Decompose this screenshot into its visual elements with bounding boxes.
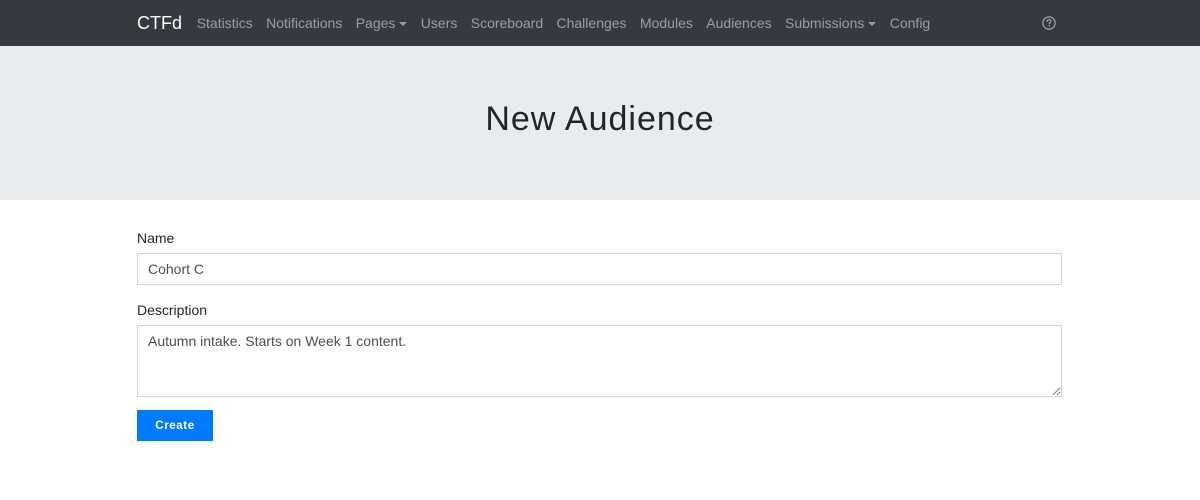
nav-link-label: Config [889, 15, 931, 31]
nav-link-label: Users [420, 15, 458, 31]
nav-link-notifications[interactable]: Notifications [259, 13, 349, 33]
name-input[interactable] [137, 253, 1062, 285]
nav-link-config[interactable]: Config [883, 13, 937, 33]
nav-link-label: Statistics [196, 15, 253, 31]
nav-link-label: Submissions [785, 15, 865, 31]
nav-link-scoreboard[interactable]: Scoreboard [464, 13, 550, 33]
brand-link[interactable]: CTFd [137, 12, 182, 34]
nav-link-audiences[interactable]: Audiences [700, 13, 779, 33]
nav-link-label: Scoreboard [470, 15, 544, 31]
nav-link-label: Challenges [556, 15, 627, 31]
nav-link-statistics[interactable]: Statistics [190, 13, 259, 33]
nav-link-label: Modules [639, 15, 693, 31]
nav-link-challenges[interactable]: Challenges [550, 13, 633, 33]
nav-dropdown-pages[interactable]: Pages [349, 13, 414, 33]
nav-link-users[interactable]: Users [414, 13, 464, 33]
description-textarea[interactable]: Autumn intake. Starts on Week 1 content. [137, 325, 1062, 397]
nav-link-modules[interactable]: Modules [633, 13, 699, 33]
page-header: New Audience [0, 46, 1200, 200]
top-navbar: CTFd Statistics Notifications Pages User… [0, 0, 1200, 46]
question-circle-icon[interactable] [1042, 16, 1056, 30]
name-label: Name [137, 230, 175, 246]
nav-links: Statistics Notifications Pages Users Sco… [190, 0, 937, 46]
nav-dropdown-submissions[interactable]: Submissions [778, 13, 883, 33]
caret-down-icon [868, 22, 877, 26]
nav-link-label: Audiences [706, 15, 772, 31]
description-label: Description [137, 302, 208, 318]
caret-down-icon [399, 22, 408, 26]
create-button[interactable]: Create [137, 410, 213, 441]
nav-link-label: Notifications [266, 15, 343, 31]
page-title: New Audience [485, 100, 715, 138]
nav-link-label: Pages [355, 15, 396, 31]
